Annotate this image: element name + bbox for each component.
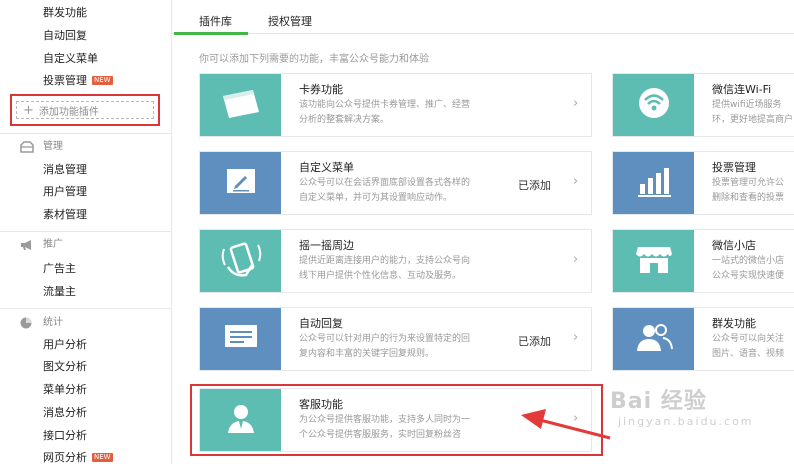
annotation-arrow-icon bbox=[521, 409, 611, 440]
